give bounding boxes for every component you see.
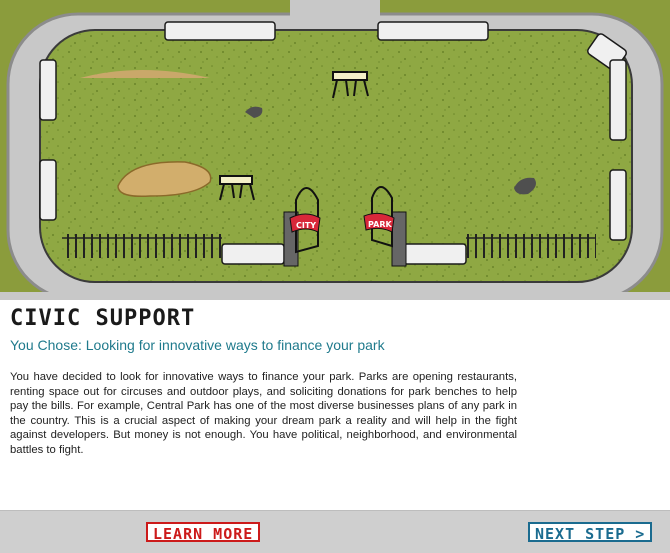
- svg-text:CITY: CITY: [296, 221, 316, 230]
- svg-text:PARK: PARK: [368, 220, 392, 229]
- sidewalk-entry: [290, 0, 380, 20]
- choice-subtitle: You Chose: Looking for innovative ways t…: [10, 337, 385, 353]
- game-screen: CITY PARK CIVIC SUPPORT You Chose: Looki…: [0, 0, 670, 553]
- story-panel: CIVIC SUPPORT You Chose: Looking for inn…: [0, 300, 670, 510]
- page-title: CIVIC SUPPORT: [10, 306, 196, 331]
- park-scene: CITY PARK: [0, 0, 670, 300]
- learn-more-button[interactable]: LEARN MORE: [146, 522, 261, 543]
- next-step-button[interactable]: NEXT STEP >: [528, 522, 653, 543]
- story-text: You have decided to look for innovative …: [10, 371, 517, 456]
- footer-bar: LEARN MORE NEXT STEP >: [0, 510, 670, 553]
